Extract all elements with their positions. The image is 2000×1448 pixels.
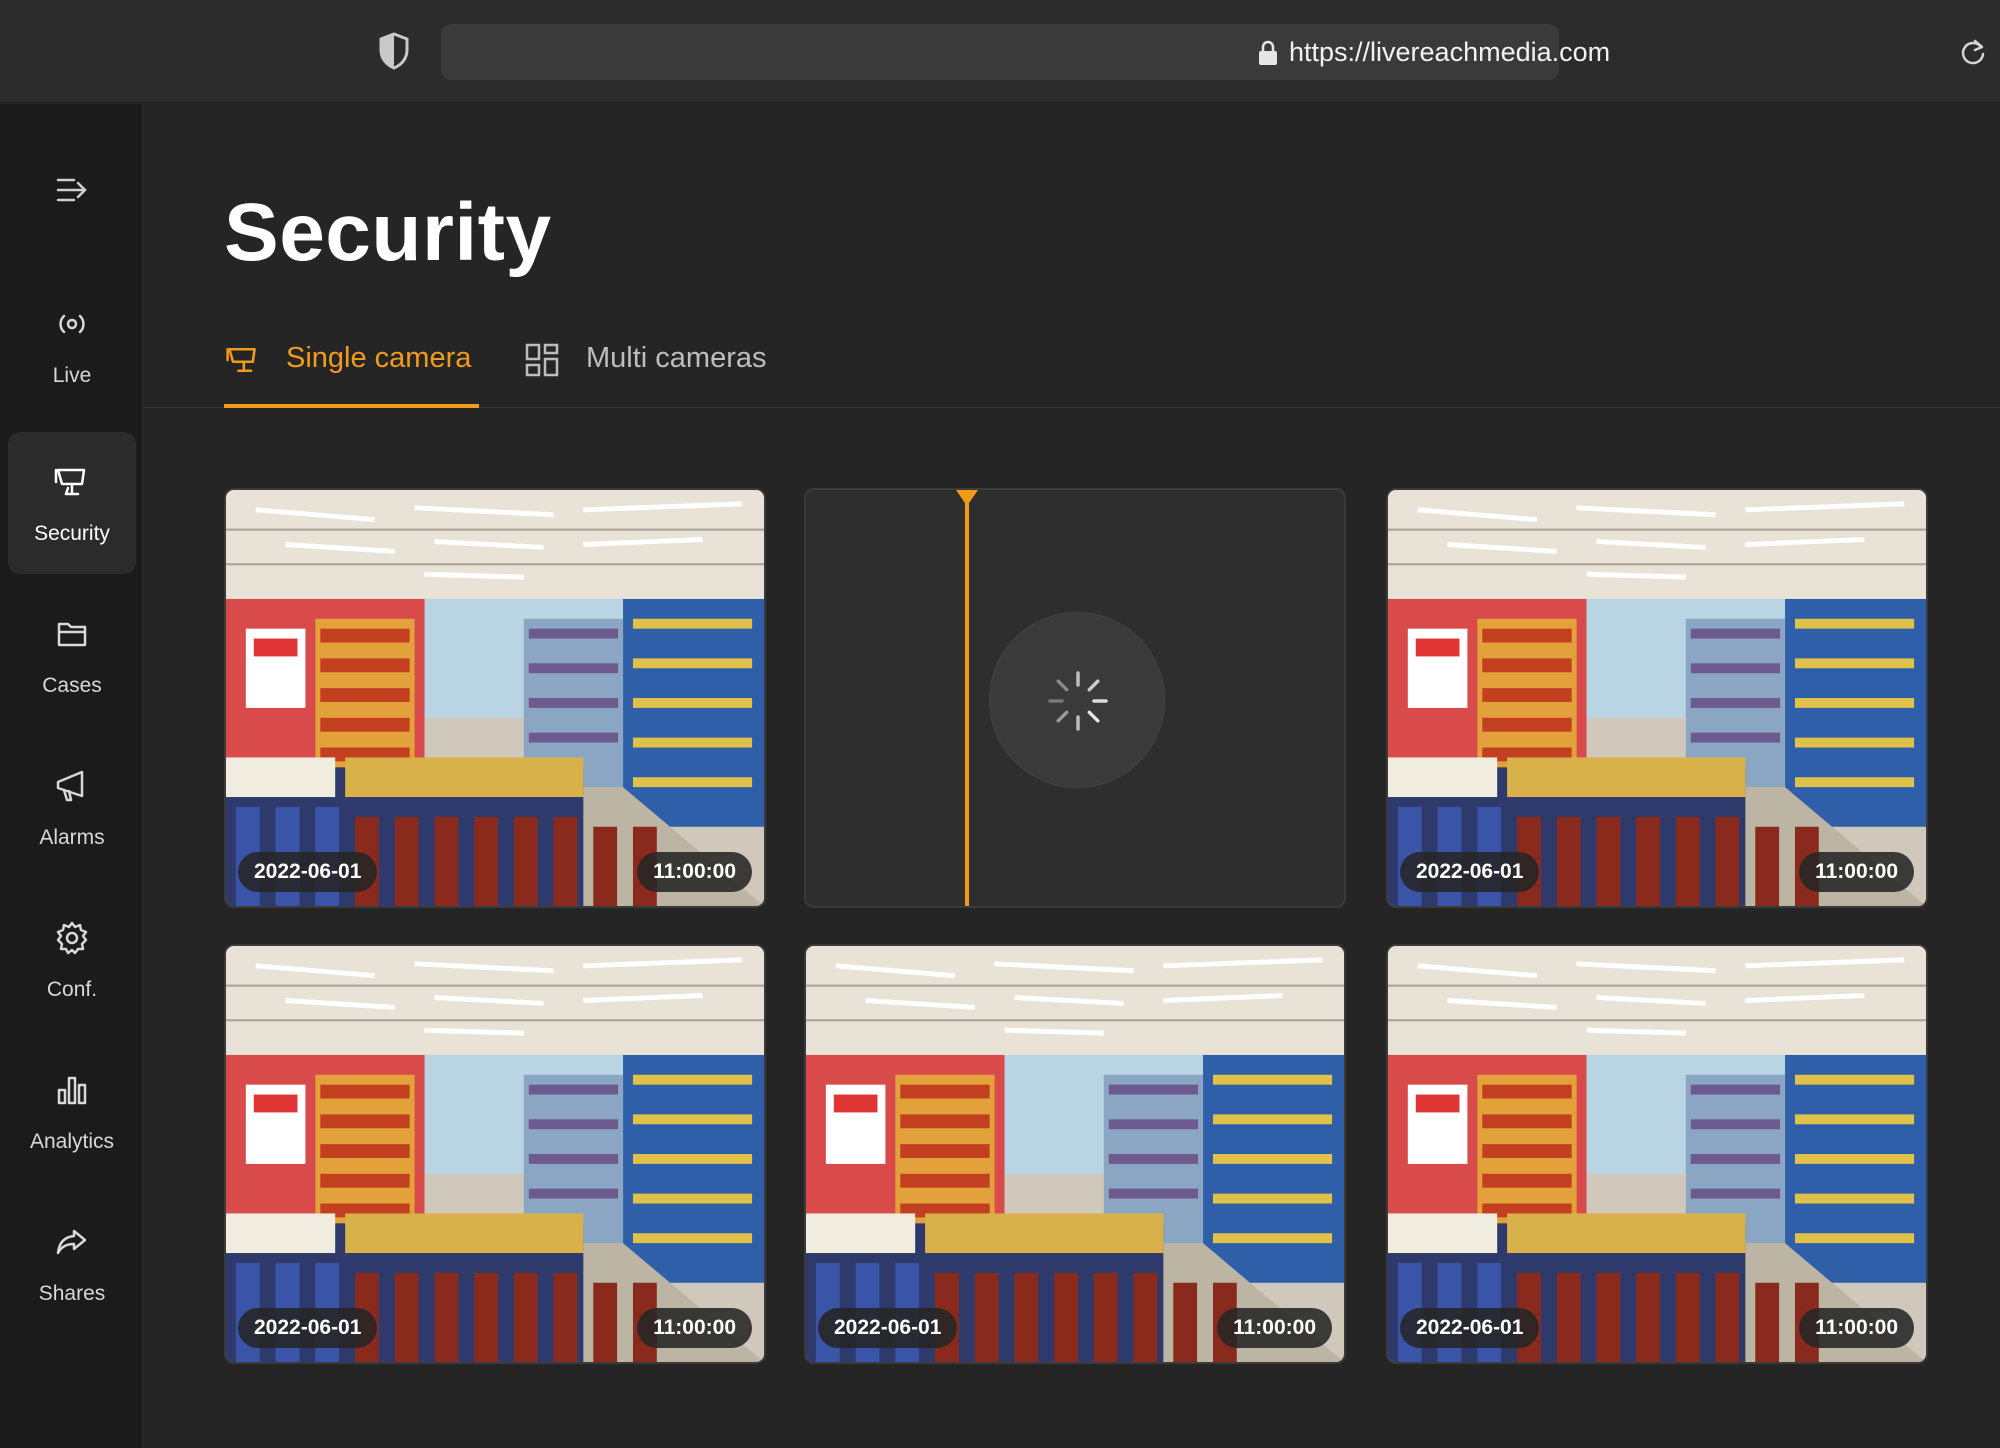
loading-indicator (989, 612, 1165, 788)
gear-icon (56, 921, 88, 955)
broadcast-icon (59, 314, 85, 334)
sidebar-item-label: Alarms (39, 826, 105, 849)
tab-single-camera[interactable]: Single camera (224, 330, 479, 408)
sidebar-item-label: Cases (42, 674, 102, 697)
browser-toolbar: https://livereachmedia.com (0, 0, 2000, 103)
camera-time-badge: 11:00:00 (1217, 1308, 1332, 1348)
tab-label: Single camera (286, 342, 472, 374)
sidebar-item-label: Live (52, 364, 92, 387)
sidebar-item-security[interactable]: Security (8, 432, 136, 574)
camera-feed[interactable]: 2022-06-01 11:00:00 (224, 944, 766, 1364)
sidebar-item-label: Shares (38, 1282, 106, 1305)
sidebar-item-shares[interactable]: Shares (8, 1192, 136, 1334)
lock-icon (1259, 40, 1277, 65)
camera-date-badge: 2022-06-01 (1400, 1308, 1540, 1348)
sidebar-item-label: Analytics (29, 1130, 115, 1153)
shield-icon[interactable] (378, 32, 410, 70)
grid-icon (525, 343, 559, 377)
camera-date-badge: 2022-06-01 (238, 852, 378, 892)
share-arrow-icon (56, 1229, 87, 1255)
folder-icon (57, 622, 87, 647)
camera-feed[interactable]: 2022-06-01 11:00:00 (1386, 944, 1928, 1364)
page-title: Security (224, 187, 552, 278)
camera-time-badge: 11:00:00 (1799, 1308, 1914, 1348)
tab-multi-cameras[interactable]: Multi cameras (524, 330, 794, 408)
sidebar-item-analytics[interactable]: Analytics (8, 1040, 136, 1182)
camera-feed[interactable]: 2022-06-01 11:00:00 (804, 944, 1346, 1364)
camera-date-badge: 2022-06-01 (818, 1308, 958, 1348)
security-camera-icon (226, 347, 256, 373)
reload-icon[interactable] (1959, 38, 1987, 66)
camera-feed-loading[interactable] (804, 488, 1346, 908)
sidebar-item-live[interactable]: Live (8, 274, 136, 416)
camera-date-badge: 2022-06-01 (238, 1308, 378, 1348)
sidebar-item-conf[interactable]: Conf. (8, 888, 136, 1030)
spinner-icon (1048, 671, 1108, 731)
tab-bar: Single camera Multi cameras (144, 330, 2000, 408)
address-bar[interactable]: https://livereachmedia.com (441, 24, 1985, 80)
sidebar-item-cases[interactable]: Cases (8, 584, 136, 726)
camera-snapshot (226, 490, 764, 906)
timeline-cursor-head[interactable] (956, 490, 978, 506)
sidebar: Live Security Cases Alarms Conf. Analyti… (0, 104, 143, 1448)
sidebar-item-alarms[interactable]: Alarms (8, 736, 136, 878)
url-text: https://livereachmedia.com (1289, 37, 1611, 67)
bar-chart-icon (57, 1076, 87, 1105)
timeline-cursor[interactable] (965, 490, 969, 906)
camera-snapshot (806, 946, 1344, 1362)
sidebar-item-label: Conf. (46, 978, 98, 1001)
camera-feed[interactable]: 2022-06-01 11:00:00 (224, 488, 766, 908)
camera-snapshot (226, 946, 764, 1362)
security-camera-icon (54, 468, 86, 496)
camera-time-badge: 11:00:00 (1799, 852, 1914, 892)
sidebar-item-label: Security (34, 522, 110, 545)
camera-snapshot (1388, 946, 1926, 1362)
camera-time-badge: 11:00:00 (637, 1308, 752, 1348)
menu-toggle-icon[interactable] (52, 170, 92, 210)
camera-date-badge: 2022-06-01 (1400, 852, 1540, 892)
camera-time-badge: 11:00:00 (637, 852, 752, 892)
camera-feed[interactable]: 2022-06-01 11:00:00 (1386, 488, 1928, 908)
camera-snapshot (1388, 490, 1926, 906)
megaphone-icon (56, 770, 84, 802)
tab-label: Multi cameras (586, 342, 767, 374)
